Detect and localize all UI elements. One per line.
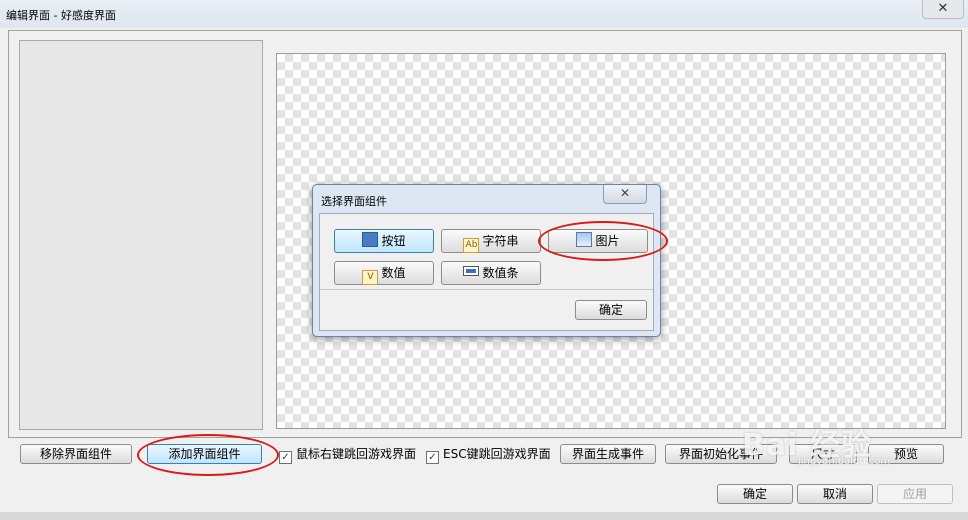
window-title: 编辑界面 - 好感度界面 [6,9,116,22]
component-string-option[interactable]: Ab 字符串 [441,229,541,253]
component-list-panel[interactable] [19,40,263,430]
highlight-oval-add-button [137,434,279,476]
bottom-edge [0,512,968,520]
option-label: 字符串 [482,234,519,248]
string-icon: Ab [463,238,480,253]
dialog-title: 选择界面组件 [321,195,387,208]
highlight-oval-image-option [538,221,668,261]
button-icon [362,232,379,247]
window-close-button[interactable]: ✕ [922,0,964,19]
number-icon: V [362,270,379,285]
right-click-return-checkbox[interactable]: ✓ [279,451,292,464]
apply-button[interactable]: 应用 [877,484,953,504]
esc-return-label: ESC键跳回游戏界面 [443,447,551,461]
option-label: 数值 [381,266,406,280]
remove-component-button[interactable]: 移除界面组件 [20,444,132,464]
dialog-separator [320,289,653,290]
dialog-close-button[interactable]: ✕ [603,185,647,204]
component-number-option[interactable]: V 数值 [334,261,434,285]
progress-bar-icon [463,266,480,276]
cancel-button[interactable]: 取消 [797,484,873,504]
component-button-option[interactable]: 按钮 [334,229,434,253]
component-progress-bar-option[interactable]: 数值条 [441,261,541,285]
dialog-ok-button[interactable]: 确定 [575,300,647,320]
esc-return-checkbox[interactable]: ✓ [426,451,439,464]
option-label: 数值条 [482,266,519,280]
title-bar: 编辑界面 - 好感度界面 ✕ [0,0,968,28]
ok-button[interactable]: 确定 [717,484,793,504]
right-click-return-label: 鼠标右键跳回游戏界面 [296,447,417,461]
create-event-button[interactable]: 界面生成事件 [560,444,656,464]
right-click-return-checkbox-row[interactable]: ✓ 鼠标右键跳回游戏界面 [279,446,417,464]
baidu-watermark-url: jingyan.baidu.com [798,456,891,467]
option-label: 按钮 [381,234,406,248]
esc-return-checkbox-row[interactable]: ✓ ESC键跳回游戏界面 [426,446,551,464]
